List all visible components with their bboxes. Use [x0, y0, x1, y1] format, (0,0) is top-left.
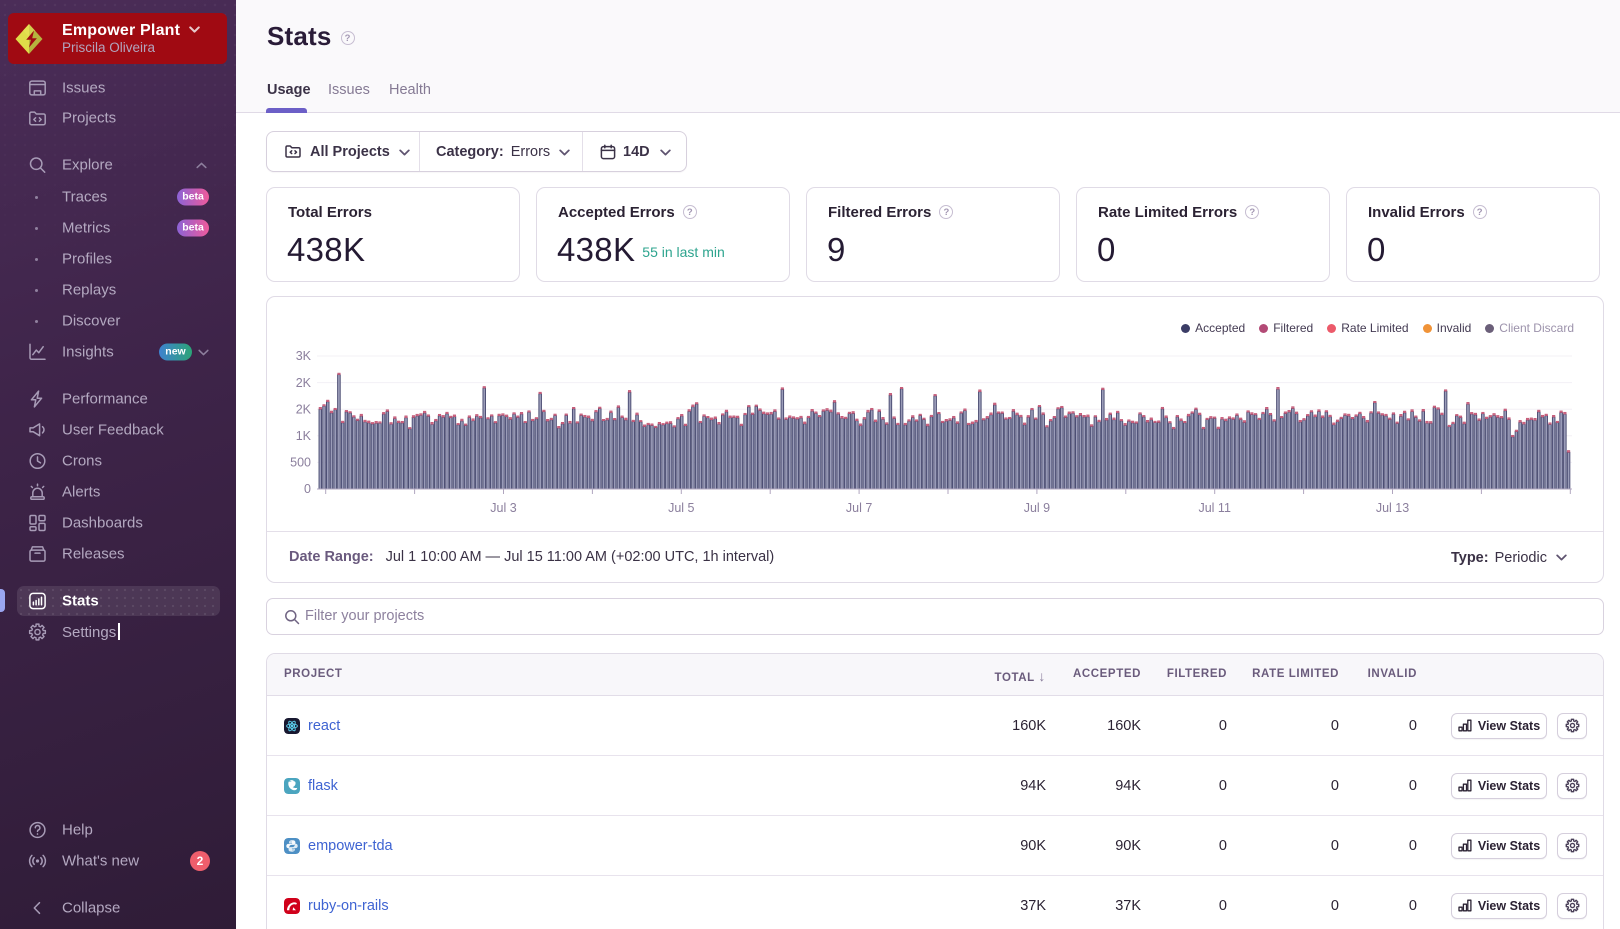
- svg-text:Jul 11: Jul 11: [1198, 501, 1230, 515]
- svg-text:3K: 3K: [296, 349, 312, 363]
- svg-text:Jul 13: Jul 13: [1376, 501, 1409, 515]
- svg-text:1K: 1K: [296, 429, 312, 443]
- svg-text:2K: 2K: [296, 376, 312, 390]
- svg-text:Jul 3: Jul 3: [490, 501, 516, 515]
- svg-text:Jul 9: Jul 9: [1024, 501, 1050, 515]
- svg-text:0: 0: [304, 482, 311, 496]
- svg-text:Jul 7: Jul 7: [846, 501, 872, 515]
- svg-text:Jul 5: Jul 5: [668, 501, 694, 515]
- svg-text:500: 500: [290, 456, 311, 470]
- svg-text:2K: 2K: [296, 402, 312, 416]
